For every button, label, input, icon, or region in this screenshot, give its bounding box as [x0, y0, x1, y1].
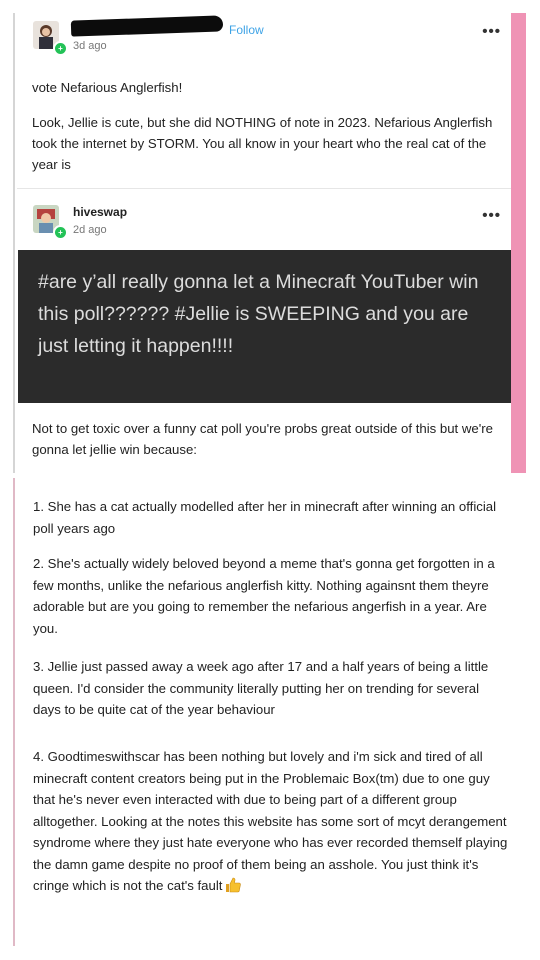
more-options-icon[interactable]: •••	[482, 207, 501, 224]
online-badge-icon: +	[53, 41, 68, 56]
pink-side-bar	[511, 13, 526, 473]
follow-button[interactable]: Follow	[229, 23, 264, 37]
post-text: Look, Jellie is cute, but she did NOTHIN…	[32, 115, 493, 172]
username[interactable]: hiveswap	[73, 205, 127, 219]
list-item: 4. Goodtimeswithscar has been nothing bu…	[33, 746, 509, 900]
post-text: Not to get toxic over a funny cat poll y…	[32, 421, 493, 457]
online-badge-icon: +	[53, 225, 68, 240]
timestamp[interactable]: 2d ago	[73, 224, 107, 236]
more-options-icon[interactable]: •••	[482, 23, 501, 40]
list-item: 1. She has a cat actually modelled after…	[33, 499, 497, 536]
list-item: 2. She's actually widely beloved beyond …	[33, 556, 495, 636]
quoted-tags-image: #are y’all really gonna let a Minecraft …	[18, 250, 512, 403]
list-item-text: 4. Goodtimeswithscar has been nothing bu…	[33, 749, 508, 893]
post-text: vote Nefarious Anglerfish!	[32, 80, 183, 95]
post-header-2: + hiveswap 2d ago •••	[33, 203, 503, 243]
quote-text: #are y’all really gonna let a Minecraft …	[38, 271, 479, 357]
timestamp[interactable]: 3d ago	[73, 40, 107, 52]
reblog-card: + Follow 3d ago ••• vote Nefarious Angle…	[13, 13, 513, 473]
redacted-username	[70, 15, 224, 37]
divider	[17, 188, 513, 189]
continued-post: 1. She has a cat actually modelled after…	[13, 478, 513, 946]
thumbs-up-icon	[225, 877, 242, 900]
post-header-1: + Follow 3d ago •••	[33, 15, 503, 59]
list-item: 3. Jellie just passed away a week ago af…	[33, 659, 489, 717]
